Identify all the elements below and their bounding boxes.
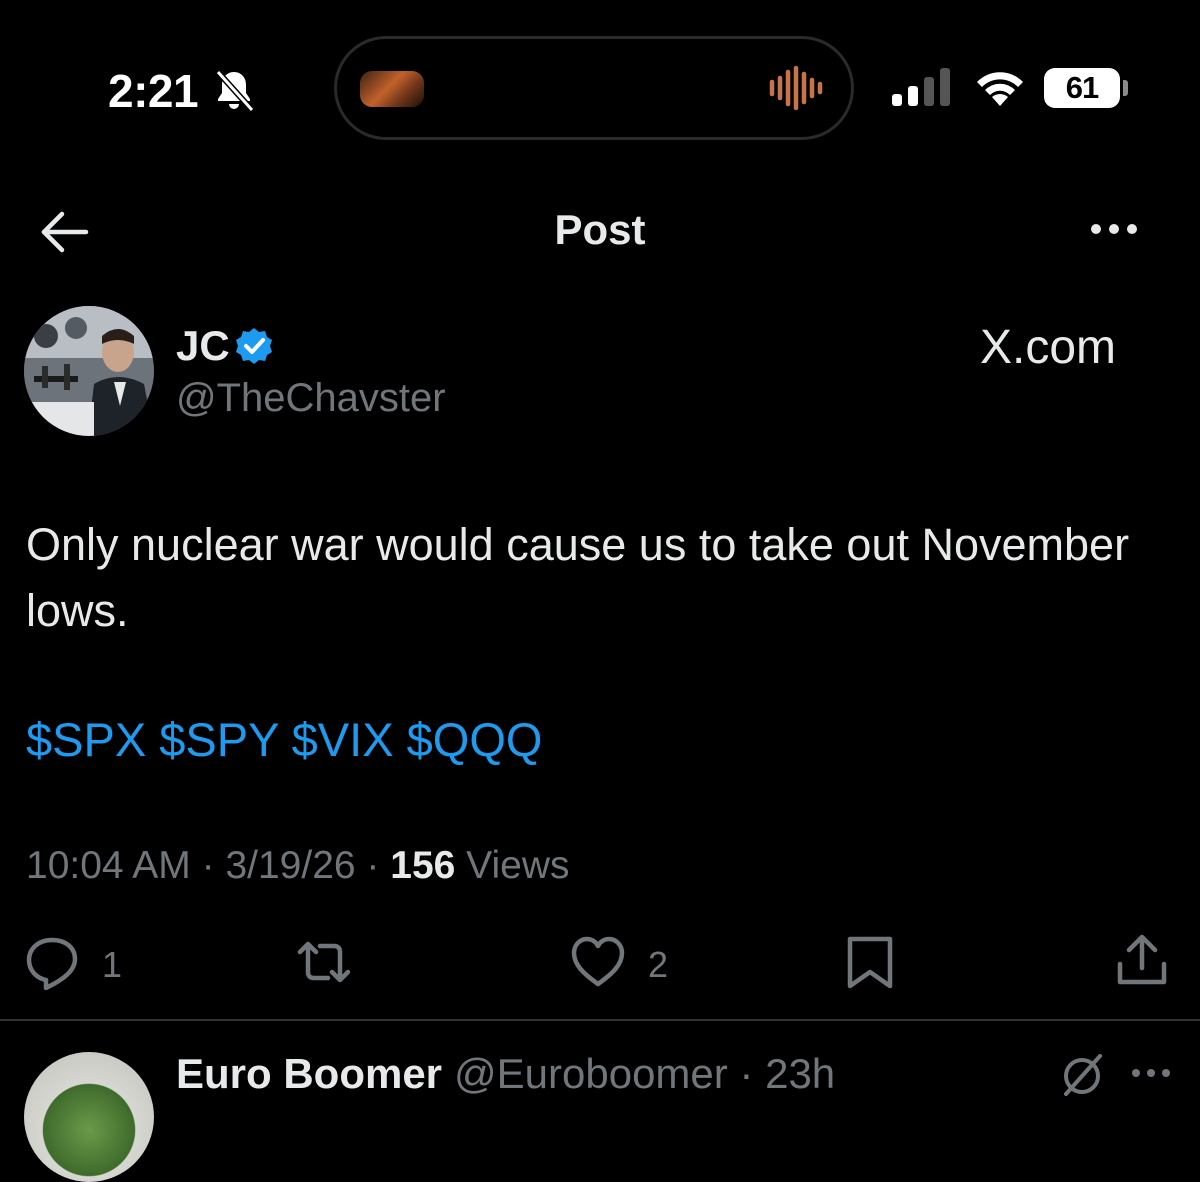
avatar-photo [24, 306, 154, 436]
battery-level: 61 [1065, 70, 1099, 105]
brand-watermark: X.com [980, 321, 1117, 374]
heart-icon[interactable] [570, 934, 626, 990]
reply-author-handle: @Euroboomer · 23h [454, 1050, 836, 1097]
post-text: Only nuclear war would cause us to take … [26, 519, 1130, 636]
views-count: 156 [390, 844, 456, 887]
retweet-icon[interactable] [296, 934, 352, 990]
page-title: Post [554, 206, 646, 253]
status-time: 2:21 [108, 65, 199, 117]
battery-nub [1123, 80, 1128, 96]
views-label: Views [466, 844, 570, 887]
share-icon[interactable] [1114, 932, 1170, 988]
reply-age: 23h [765, 1050, 836, 1097]
ellipsis-icon[interactable] [1128, 1062, 1174, 1084]
cashtag-list: $SPX $SPY $VIX $QQQ [26, 712, 542, 767]
cashtag-link[interactable]: $SPX [26, 713, 146, 766]
post-meta: 10:04 AM · 3/19/26 · 156 Views [26, 844, 570, 887]
cashtag-link[interactable]: $SPY [159, 713, 278, 766]
divider [0, 1019, 1200, 1021]
avatar[interactable] [24, 306, 154, 436]
ellipsis-icon[interactable] [1086, 214, 1142, 244]
bell-slash-icon [215, 69, 255, 113]
bookmark-icon[interactable] [842, 934, 898, 990]
post-time: 10:04 AM [26, 844, 191, 887]
reply-author-name[interactable]: Euro Boomer [176, 1050, 442, 1098]
battery-icon: 61 [1044, 68, 1120, 108]
grok-icon[interactable] [1058, 1050, 1106, 1098]
reply-avatar[interactable] [24, 1052, 154, 1182]
post-date: 3/19/26 [225, 844, 356, 887]
like-count: 2 [648, 944, 669, 985]
author-name[interactable]: JC [176, 322, 230, 370]
cashtag-link[interactable]: $QQQ [407, 713, 543, 766]
now-playing-artwork [360, 71, 424, 107]
reply-count: 1 [102, 944, 123, 985]
cashtag-link[interactable]: $VIX [292, 713, 394, 766]
wifi-icon [977, 72, 1023, 106]
verified-badge-icon [236, 328, 272, 364]
author-handle[interactable]: @TheChavster [176, 376, 446, 421]
audio-wave-icon [769, 66, 823, 110]
reply-icon[interactable] [24, 934, 80, 990]
cellular-signal-icon [892, 68, 950, 106]
reply-handle-text[interactable]: @Euroboomer [454, 1050, 728, 1097]
